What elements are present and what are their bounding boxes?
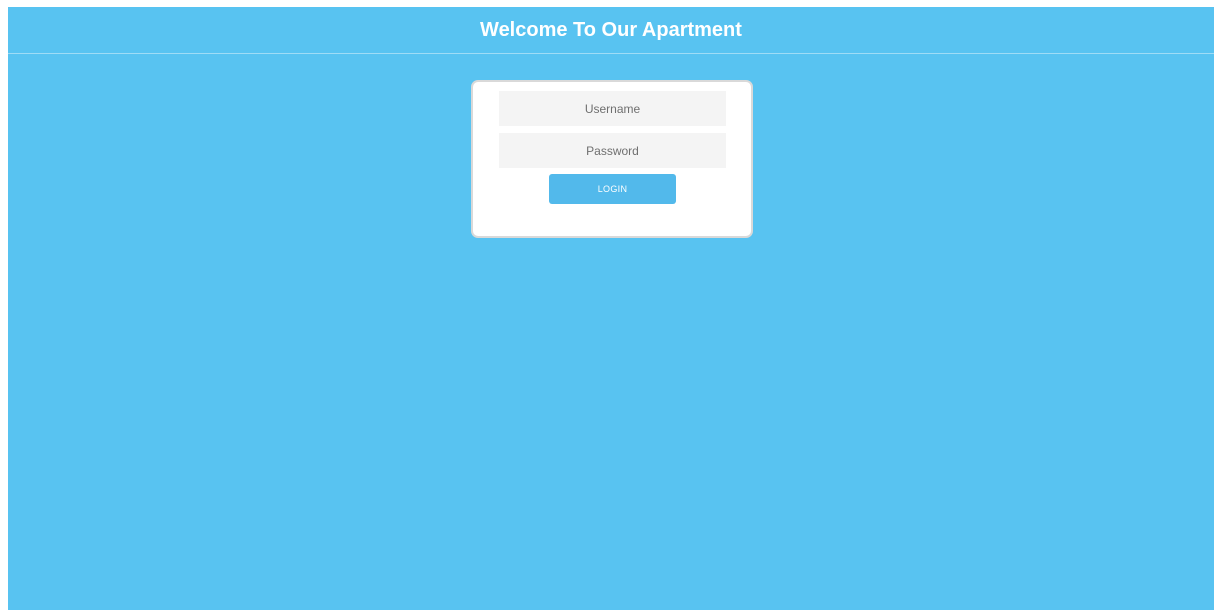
- login-card: LOGIN: [471, 80, 753, 238]
- page-frame: Welcome To Our Apartment LOGIN: [8, 7, 1214, 610]
- username-input[interactable]: [499, 91, 726, 126]
- password-input[interactable]: [499, 133, 726, 168]
- page-header: Welcome To Our Apartment: [8, 7, 1214, 54]
- login-button[interactable]: LOGIN: [549, 174, 676, 204]
- page-title: Welcome To Our Apartment: [480, 18, 742, 41]
